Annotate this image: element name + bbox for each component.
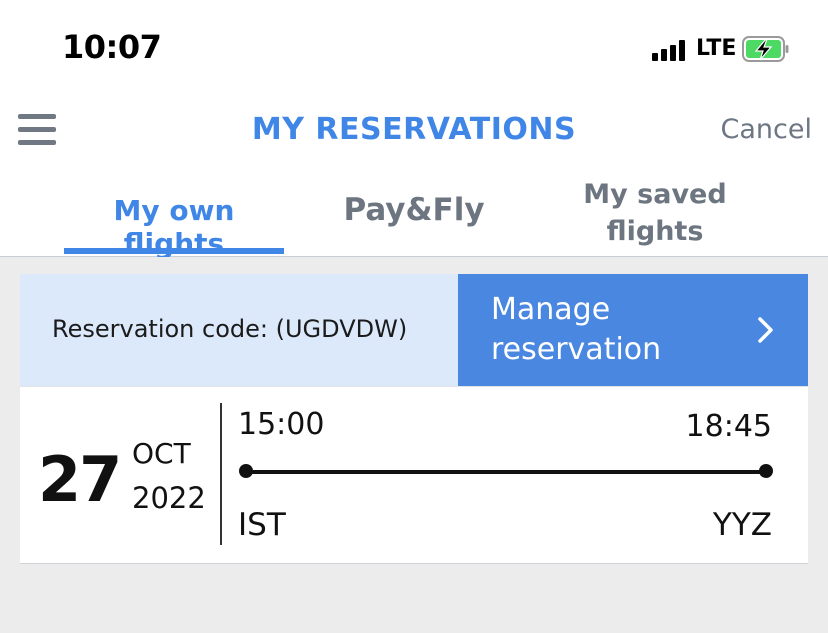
manage-reservation-button[interactable]: Manage reservation [458, 274, 808, 386]
reservations-header: MY RESERVATIONS Cancel My own flights Pa… [0, 96, 828, 260]
signal-icon [652, 39, 688, 61]
flight-day: 27 [38, 443, 122, 516]
reservations-content: Reservation code: (UGDVDW) Manage reserv… [0, 257, 828, 633]
departure-time: 15:00 [238, 407, 325, 442]
arrival-time: 18:45 [685, 409, 772, 444]
active-tab-indicator [64, 248, 284, 254]
flight-card[interactable]: 27 OCT 2022 15:00 18:45 IST YYZ [20, 386, 808, 564]
flight-year: 2022 [132, 481, 206, 515]
arrival-dot [759, 464, 773, 478]
route-line [246, 470, 766, 474]
battery-charging-icon [742, 36, 789, 62]
arrival-airport-code: YYZ [712, 507, 772, 543]
cancel-button[interactable]: Cancel [721, 114, 812, 145]
manage-reservation-label: Manage reservation [491, 292, 662, 367]
chevron-right-icon [752, 316, 778, 344]
reservation-bar: Reservation code: (UGDVDW) Manage reserv… [20, 274, 808, 386]
status-time: 10:07 [62, 28, 162, 66]
tab-my-saved-flights[interactable]: My saved flights [560, 176, 750, 250]
date-divider [220, 403, 222, 545]
departure-dot [239, 464, 253, 478]
tab-pay-and-fly[interactable]: Pay&Fly [330, 192, 498, 228]
reservation-code: Reservation code: (UGDVDW) [52, 315, 408, 343]
network-label: LTE [696, 36, 737, 61]
page-title: MY RESERVATIONS [251, 112, 577, 147]
departure-airport-code: IST [238, 507, 286, 543]
reservation-code-box: Reservation code: (UGDVDW) [20, 274, 458, 386]
flight-month: OCT [132, 437, 191, 470]
status-bar: 10:07 LTE [0, 0, 828, 96]
